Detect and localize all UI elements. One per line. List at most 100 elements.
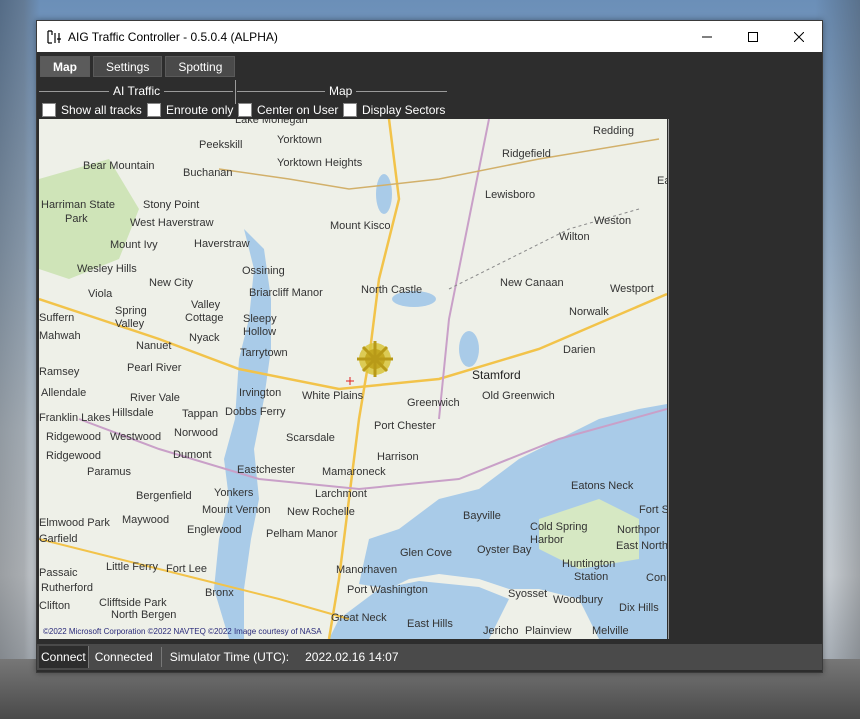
svg-text:North Castle: North Castle [361, 284, 422, 296]
svg-text:Yorktown Heights: Yorktown Heights [277, 157, 363, 169]
connect-button[interactable]: Connect [39, 646, 89, 668]
option-display-sectors[interactable]: Display Sectors [343, 103, 445, 117]
svg-text:Irvington: Irvington [239, 387, 281, 399]
svg-text:Dumont: Dumont [173, 449, 212, 461]
svg-text:Mahwah: Mahwah [39, 330, 81, 342]
svg-text:White Plains: White Plains [302, 390, 364, 402]
maximize-icon [748, 31, 758, 42]
svg-text:Englewood: Englewood [187, 524, 241, 536]
sim-time-label: Simulator Time (UTC): [169, 650, 290, 664]
svg-text:Scarsdale: Scarsdale [286, 432, 335, 444]
svg-text:Maywood: Maywood [122, 514, 169, 526]
svg-text:Westwood: Westwood [110, 431, 161, 443]
svg-text:New Canaan: New Canaan [500, 277, 564, 289]
option-enroute-only[interactable]: Enroute only [147, 103, 233, 117]
svg-text:Mount Ivy: Mount Ivy [110, 239, 158, 251]
svg-text:Melville: Melville [592, 625, 629, 637]
tab-settings[interactable]: Settings [93, 56, 163, 77]
svg-text:Hillsdale: Hillsdale [112, 407, 154, 419]
center-on-user-checkbox[interactable] [238, 103, 252, 117]
svg-text:Eatons Neck: Eatons Neck [571, 480, 634, 492]
reservoir [376, 174, 392, 214]
svg-text:Briarcliff Manor: Briarcliff Manor [249, 287, 323, 299]
enroute-only-label: Enroute only [166, 103, 234, 117]
svg-text:North Bergen: North Bergen [111, 609, 176, 621]
options-groups: AI Traffic Map Show all tracks Enroute o… [37, 83, 467, 123]
svg-text:Bear Mountain: Bear Mountain [83, 160, 155, 172]
svg-text:Ridgewood: Ridgewood [46, 431, 101, 443]
group-divider [235, 80, 236, 104]
svg-text:Syosset: Syosset [508, 588, 547, 600]
connection-status: Connected [94, 650, 153, 664]
show-all-tracks-label: Show all tracks [61, 103, 142, 117]
svg-text:Cottage: Cottage [185, 312, 224, 324]
reservoir [459, 331, 479, 367]
svg-text:Spring: Spring [115, 305, 147, 317]
svg-text:Redding: Redding [593, 125, 634, 137]
background-cockpit-left [0, 0, 40, 719]
svg-text:Mount Vernon: Mount Vernon [202, 504, 271, 516]
svg-text:Buchanan: Buchanan [183, 167, 233, 179]
close-icon [794, 31, 804, 42]
svg-text:Nyack: Nyack [189, 332, 220, 344]
svg-text:Clifftside Park: Clifftside Park [99, 597, 167, 609]
svg-text:Harrison: Harrison [377, 451, 419, 463]
show-all-tracks-checkbox[interactable] [42, 103, 56, 117]
title-bar[interactable]: AIG Traffic Controller - 0.5.0.4 (ALPHA) [37, 21, 822, 52]
svg-text:Norwalk: Norwalk [569, 306, 609, 318]
svg-text:Passaic: Passaic [39, 567, 78, 579]
svg-text:East North: East North [616, 540, 667, 552]
svg-text:Mount Kisco: Mount Kisco [330, 220, 391, 232]
map-canvas[interactable]: Lake Mohegan Yorktown Peekskill Redding … [39, 119, 667, 639]
svg-text:Little Ferry: Little Ferry [106, 561, 158, 573]
enroute-only-checkbox[interactable] [147, 103, 161, 117]
svg-text:Station: Station [574, 571, 608, 583]
svg-text:Nanuet: Nanuet [136, 340, 171, 352]
svg-text:West Haverstraw: West Haverstraw [130, 217, 214, 229]
display-sectors-checkbox[interactable] [343, 103, 357, 117]
svg-text:Ea: Ea [657, 175, 667, 187]
svg-text:Elmwood Park: Elmwood Park [39, 517, 110, 529]
svg-text:Eastchester: Eastchester [237, 464, 295, 476]
app-window: AIG Traffic Controller - 0.5.0.4 (ALPHA)… [36, 20, 823, 673]
svg-text:Greenwich: Greenwich [407, 397, 460, 409]
svg-text:Park: Park [65, 213, 88, 225]
svg-text:Sleepy: Sleepy [243, 313, 277, 325]
svg-text:Lake Mohegan: Lake Mohegan [235, 119, 308, 126]
svg-text:Stamford: Stamford [472, 368, 521, 382]
svg-text:Valley: Valley [191, 299, 221, 311]
svg-text:Paramus: Paramus [87, 466, 132, 478]
traffic-map[interactable]: Lake Mohegan Yorktown Peekskill Redding … [39, 119, 667, 639]
svg-text:Port Chester: Port Chester [374, 420, 436, 432]
svg-text:Rutherford: Rutherford [41, 582, 93, 594]
svg-text:Norwood: Norwood [174, 427, 218, 439]
status-divider [160, 647, 162, 667]
svg-text:Clifton: Clifton [39, 600, 70, 612]
close-button[interactable] [776, 21, 822, 52]
svg-text:Pearl River: Pearl River [127, 362, 182, 374]
svg-text:Valley: Valley [115, 318, 145, 330]
minimize-button[interactable] [684, 21, 730, 52]
svg-text:Peekskill: Peekskill [199, 139, 242, 151]
svg-text:Old Greenwich: Old Greenwich [482, 390, 555, 402]
svg-text:Harriman State: Harriman State [41, 199, 115, 211]
svg-text:River Vale: River Vale [130, 392, 180, 404]
svg-text:Ridgefield: Ridgefield [502, 148, 551, 160]
svg-text:Con: Con [646, 572, 666, 584]
option-center-on-user[interactable]: Center on User [238, 103, 338, 117]
svg-text:Fort Lee: Fort Lee [166, 563, 207, 575]
option-show-all-tracks[interactable]: Show all tracks [42, 103, 142, 117]
svg-text:Wesley Hills: Wesley Hills [77, 263, 137, 275]
svg-text:Huntington: Huntington [562, 558, 615, 570]
maximize-button[interactable] [730, 21, 776, 52]
tab-spotting[interactable]: Spotting [165, 56, 236, 77]
svg-text:Viola: Viola [88, 288, 113, 300]
svg-text:Westport: Westport [610, 283, 654, 295]
tab-map[interactable]: Map [40, 56, 90, 77]
svg-text:Fort S: Fort S [639, 504, 667, 516]
svg-text:Harbor: Harbor [530, 534, 564, 546]
svg-text:Stony Point: Stony Point [143, 199, 199, 211]
display-sectors-label: Display Sectors [362, 103, 446, 117]
svg-text:Pelham Manor: Pelham Manor [266, 528, 338, 540]
svg-text:Port Washington: Port Washington [347, 584, 428, 596]
